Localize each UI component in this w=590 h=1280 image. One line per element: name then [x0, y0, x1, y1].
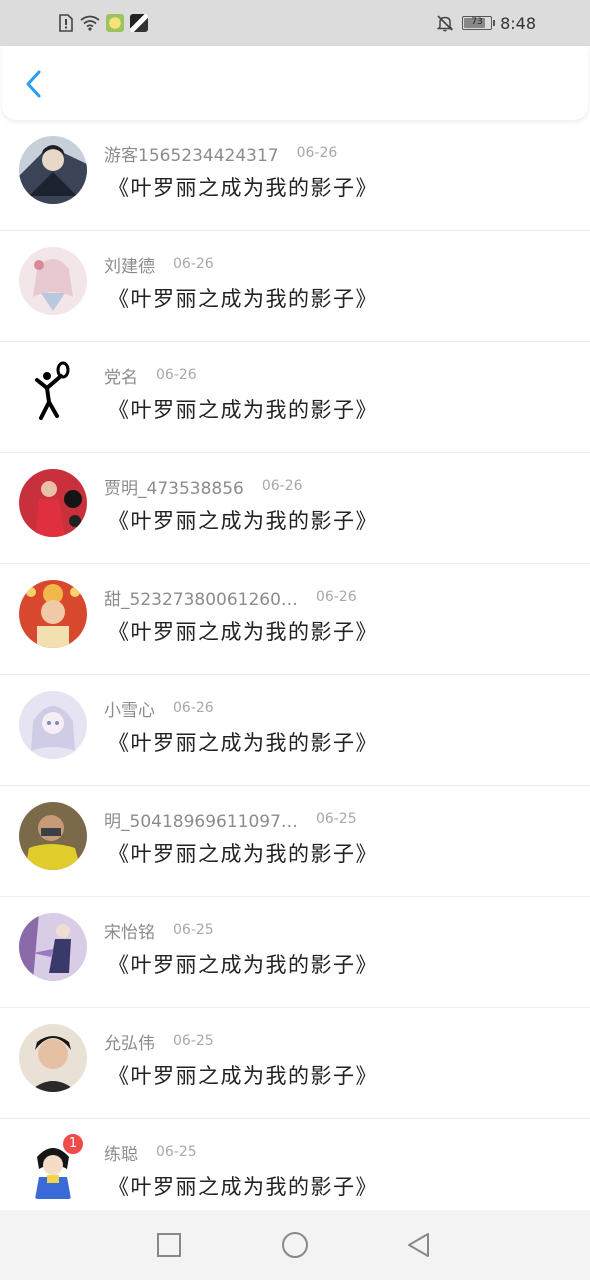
battery-level: 73: [471, 17, 483, 27]
system-back-button[interactable]: [404, 1230, 434, 1260]
user-name: 小雪心: [104, 700, 155, 721]
item-date: 06-26: [315, 589, 357, 605]
reader-list: 游客1565234424317 06-26 《叶罗丽之成为我的影子》 刘建德 0…: [0, 120, 590, 1229]
app-avatar-2-icon: [130, 14, 148, 32]
list-item[interactable]: 刘建德 06-26 《叶罗丽之成为我的影子》: [0, 231, 590, 342]
book-title: 《叶罗丽之成为我的影子》: [108, 176, 378, 200]
status-left-icons: [58, 12, 148, 34]
list-item[interactable]: 游客1565234424317 06-26 《叶罗丽之成为我的影子》: [0, 120, 590, 231]
item-meta: 党名 06-26: [104, 364, 197, 388]
user-name: 甜_52327380061260…: [104, 589, 298, 610]
book-title: 《叶罗丽之成为我的影子》: [108, 620, 378, 644]
avatar[interactable]: [19, 136, 87, 204]
item-date: 06-26: [156, 367, 197, 383]
book-title: 《叶罗丽之成为我的影子》: [108, 953, 378, 977]
unread-badge: 1: [62, 1133, 84, 1155]
item-date: 06-26: [261, 478, 303, 494]
system-nav-bar: [0, 1210, 590, 1280]
list-item[interactable]: 小雪心 06-26 《叶罗丽之成为我的影子》: [0, 675, 590, 786]
avatar[interactable]: [19, 469, 87, 537]
book-title: 《叶罗丽之成为我的影子》: [108, 398, 378, 422]
avatar[interactable]: [19, 691, 87, 759]
avatar[interactable]: [19, 913, 87, 981]
item-meta: 刘建德 06-26: [104, 253, 214, 277]
home-button[interactable]: [280, 1230, 310, 1260]
user-name: 练聪: [104, 1144, 138, 1165]
book-title: 《叶罗丽之成为我的影子》: [108, 509, 378, 533]
user-name: 游客1565234424317: [104, 145, 279, 166]
user-name: 刘建德: [104, 256, 155, 277]
avatar[interactable]: [19, 580, 87, 648]
book-title: 《叶罗丽之成为我的影子》: [108, 1175, 378, 1199]
book-title: 《叶罗丽之成为我的影子》: [108, 731, 378, 755]
recent-apps-icon: [157, 1233, 181, 1257]
item-date: 06-26: [296, 145, 338, 161]
app-avatar-1-icon: [106, 14, 124, 32]
status-bar: 73 8:48: [0, 0, 590, 46]
status-time: 8:48: [500, 13, 536, 33]
item-meta: 游客1565234424317 06-26: [104, 142, 338, 166]
list-item[interactable]: 甜_52327380061260… 06-26 《叶罗丽之成为我的影子》: [0, 564, 590, 675]
item-date: 06-26: [173, 256, 214, 272]
avatar[interactable]: [19, 358, 87, 426]
item-meta: 小雪心 06-26: [104, 697, 214, 721]
list-item[interactable]: 宋怡铭 06-25 《叶罗丽之成为我的影子》: [0, 897, 590, 1008]
book-title: 《叶罗丽之成为我的影子》: [108, 842, 378, 866]
list-item[interactable]: 党名 06-26 《叶罗丽之成为我的影子》: [0, 342, 590, 453]
list-item[interactable]: 允弘伟 06-25 《叶罗丽之成为我的影子》: [0, 1008, 590, 1119]
item-meta: 甜_52327380061260… 06-26: [104, 586, 357, 610]
list-item[interactable]: 明_50418969611097… 06-25 《叶罗丽之成为我的影子》: [0, 786, 590, 897]
bell-off-icon: [436, 14, 454, 32]
battery-icon: 73: [462, 16, 496, 30]
item-date: 06-25: [173, 922, 214, 938]
avatar[interactable]: [19, 1024, 87, 1092]
user-name: 明_50418969611097…: [104, 811, 298, 832]
item-meta: 宋怡铭 06-25: [104, 919, 214, 943]
user-name: 允弘伟: [104, 1033, 155, 1054]
avatar[interactable]: [19, 247, 87, 315]
item-date: 06-25: [173, 1033, 214, 1049]
list-item[interactable]: 贾明_473538856 06-26 《叶罗丽之成为我的影子》: [0, 453, 590, 564]
chevron-left-icon: [26, 70, 41, 98]
header-bar: [2, 46, 588, 120]
user-name: 党名: [104, 367, 138, 388]
wifi-icon: [80, 15, 100, 31]
home-icon: [282, 1232, 308, 1258]
avatar[interactable]: [19, 802, 87, 870]
recent-apps-button[interactable]: [154, 1230, 184, 1260]
back-triangle-icon: [408, 1233, 429, 1257]
back-button[interactable]: [20, 68, 50, 100]
status-right-icons: 73 8:48: [436, 12, 536, 34]
item-meta: 允弘伟 06-25: [104, 1030, 214, 1054]
alert-icon: [58, 14, 74, 32]
user-name: 宋怡铭: [104, 922, 155, 943]
user-name: 贾明_473538856: [104, 478, 244, 499]
item-date: 06-26: [173, 700, 214, 716]
item-meta: 贾明_473538856 06-26: [104, 475, 303, 499]
item-meta: 练聪 06-25: [104, 1141, 197, 1165]
book-title: 《叶罗丽之成为我的影子》: [108, 287, 378, 311]
book-title: 《叶罗丽之成为我的影子》: [108, 1064, 378, 1088]
item-meta: 明_50418969611097… 06-25: [104, 808, 357, 832]
item-date: 06-25: [315, 811, 357, 827]
item-date: 06-25: [156, 1144, 197, 1160]
